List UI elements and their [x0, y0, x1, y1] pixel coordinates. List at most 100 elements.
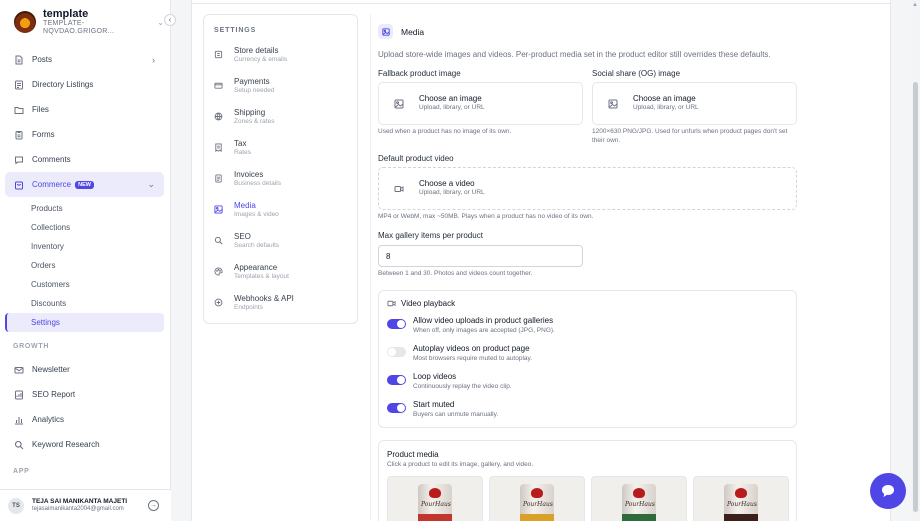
nav-item-label: SEO Report: [32, 390, 76, 399]
workspace-switcher[interactable]: template TEMPLATE-NQVDAO.GRIGOR... ⌄: [14, 8, 164, 36]
loop-toggle[interactable]: [387, 375, 406, 385]
settings-item-shipping[interactable]: Shipping Zones & rates: [214, 108, 349, 134]
folder-icon: [14, 105, 24, 115]
settings-item-title: Store details: [234, 46, 279, 55]
product-can-image: PourHaus: [724, 484, 758, 521]
toggle-row-loop: Loop videos Continuously replay the video…: [387, 372, 512, 391]
settings-item-sub: Endpoints: [234, 303, 263, 311]
settings-item-sub: Rates: [234, 148, 251, 156]
settings-item-sub: Currency & emails: [234, 55, 288, 63]
nav-item-files[interactable]: Files: [5, 97, 164, 122]
autoplay-toggle[interactable]: [387, 347, 406, 357]
subnav-settings[interactable]: Settings: [5, 313, 164, 332]
collapse-sidebar-button[interactable]: ‹: [164, 14, 176, 26]
fallback-image-picker[interactable]: Choose an image Upload, library, or URL: [378, 82, 583, 125]
nav-item-seo-report[interactable]: SEO Report: [5, 382, 164, 407]
scrollbar-thumb[interactable]: [913, 82, 918, 512]
section-sub: Click a product to edit its image, galle…: [387, 461, 534, 468]
user-profile[interactable]: TS TEJA SAI MANIKANTA MAJETI tejasaimani…: [0, 489, 171, 521]
nav-item-forms[interactable]: Forms: [5, 122, 164, 147]
media-header: Media: [378, 24, 424, 39]
settings-item-tax[interactable]: Tax Rates: [214, 139, 349, 165]
chat-bubble-icon: [14, 155, 24, 165]
settings-item-sub: Images & video: [234, 210, 279, 218]
nav-item-newsletter[interactable]: Newsletter: [5, 357, 164, 382]
product-brand-text: PourHaus: [523, 501, 553, 508]
subnav-inventory[interactable]: Inventory: [5, 237, 164, 256]
start-muted-toggle[interactable]: [387, 403, 406, 413]
section-label-app: APP: [13, 467, 30, 475]
gallery-max-input[interactable]: 8: [378, 245, 583, 267]
scroll-up-icon[interactable]: ▲: [912, 2, 918, 8]
content-divider: [370, 14, 371, 521]
nav-item-label: Commerce: [32, 180, 72, 189]
report-icon: [14, 390, 24, 400]
nav-item-commerce[interactable]: Commerce NEW ⌄: [5, 172, 164, 197]
picker-sub: Upload, library, or URL: [419, 104, 485, 112]
product-can-image: PourHaus: [418, 484, 452, 521]
settings-item-sub: Templates & layout: [234, 272, 289, 280]
subnav-collections[interactable]: Collections: [5, 218, 164, 237]
product-thumbnail[interactable]: PourHaus: [693, 476, 789, 521]
product-thumbnail[interactable]: PourHaus: [489, 476, 585, 521]
settings-item-appearance[interactable]: Appearance Templates & layout: [214, 263, 349, 289]
list-icon: [14, 80, 24, 90]
user-name: TEJA SAI MANIKANTA MAJETI: [32, 498, 128, 505]
settings-item-payments[interactable]: Payments Setup needed: [214, 77, 349, 103]
nav-item-keyword-research[interactable]: Keyword Research: [5, 432, 164, 457]
page-title: Media: [401, 26, 425, 37]
nav-item-analytics[interactable]: Analytics: [5, 407, 164, 432]
image-icon: [378, 24, 393, 39]
bag-icon: [14, 180, 24, 190]
subnav-customers[interactable]: Customers: [5, 275, 164, 294]
default-video-help: MP4 or WebM, max ~50MB. Plays when a pro…: [378, 213, 594, 220]
og-image-help: 1200×630 PNG/JPG. Used for unfurls when …: [592, 128, 788, 144]
allow-video-toggle[interactable]: [387, 319, 406, 329]
toggle-row-allow-video: Allow video uploads in product galleries…: [387, 316, 555, 335]
chat-launcher-button[interactable]: [870, 473, 906, 509]
subnav-orders[interactable]: Orders: [5, 256, 164, 275]
chevron-down-icon: ⌄: [157, 17, 164, 27]
settings-item-sub: Setup needed: [234, 86, 275, 94]
settings-item-title: Webhooks & API: [234, 294, 294, 303]
settings-item-sub: Search defaults: [234, 241, 280, 249]
settings-item-webhooks-api[interactable]: Webhooks & API Endpoints: [214, 294, 349, 320]
nav-item-posts[interactable]: Posts ›: [5, 47, 164, 72]
file-icon: [14, 55, 24, 65]
settings-item-title: SEO: [234, 232, 251, 241]
nav-item-label: Comments: [32, 155, 71, 164]
nav-item-label: Forms: [32, 130, 55, 139]
product-thumbnail[interactable]: PourHaus: [591, 476, 687, 521]
mail-icon: [14, 365, 24, 375]
toggle-row-autoplay: Autoplay videos on product page Most brow…: [387, 344, 532, 363]
video-icon: [387, 299, 396, 308]
subnav-products[interactable]: Products: [5, 199, 164, 218]
chevron-down-icon: ⌄: [147, 179, 155, 189]
settings-item-invoices[interactable]: Invoices Business details: [214, 170, 349, 196]
default-video-picker[interactable]: Choose a video Upload, library, or URL: [378, 167, 797, 210]
logout-icon[interactable]: →: [148, 500, 159, 511]
user-email: tejasaimanikanta2004@gmail.com: [32, 505, 124, 512]
section-title: Video playback: [401, 299, 456, 308]
subnav-discounts[interactable]: Discounts: [5, 294, 164, 313]
settings-item-sub: Business details: [234, 179, 281, 187]
og-image-picker[interactable]: Choose an image Upload, library, or URL: [592, 82, 797, 125]
product-can-image: PourHaus: [520, 484, 554, 521]
toggle-title: Allow video uploads in product galleries: [413, 316, 554, 325]
settings-item-store-details[interactable]: Store details Currency & emails: [214, 46, 349, 72]
gallery-max-help: Between 1 and 30. Photos and videos coun…: [378, 270, 533, 277]
nav-item-comments[interactable]: Comments: [5, 147, 164, 172]
panel-divider: [191, 3, 891, 4]
page-scrollbar[interactable]: ▲: [911, 0, 920, 521]
settings-item-seo[interactable]: SEO Search defaults: [214, 232, 349, 258]
product-brand-text: PourHaus: [625, 501, 655, 508]
settings-item-media[interactable]: Media Images & video: [214, 201, 349, 227]
picker-title: Choose a video: [419, 179, 475, 189]
product-can-image: PourHaus: [622, 484, 656, 521]
main-nav: Posts › Directory Listings Files Forms C…: [5, 47, 164, 482]
product-thumbnail[interactable]: PourHaus: [387, 476, 483, 521]
picker-sub: Upload, library, or URL: [633, 104, 699, 112]
nav-item-directory-listings[interactable]: Directory Listings: [5, 72, 164, 97]
card-icon: [214, 81, 223, 90]
toggle-sub: Buyers can unmute manually.: [413, 411, 499, 419]
